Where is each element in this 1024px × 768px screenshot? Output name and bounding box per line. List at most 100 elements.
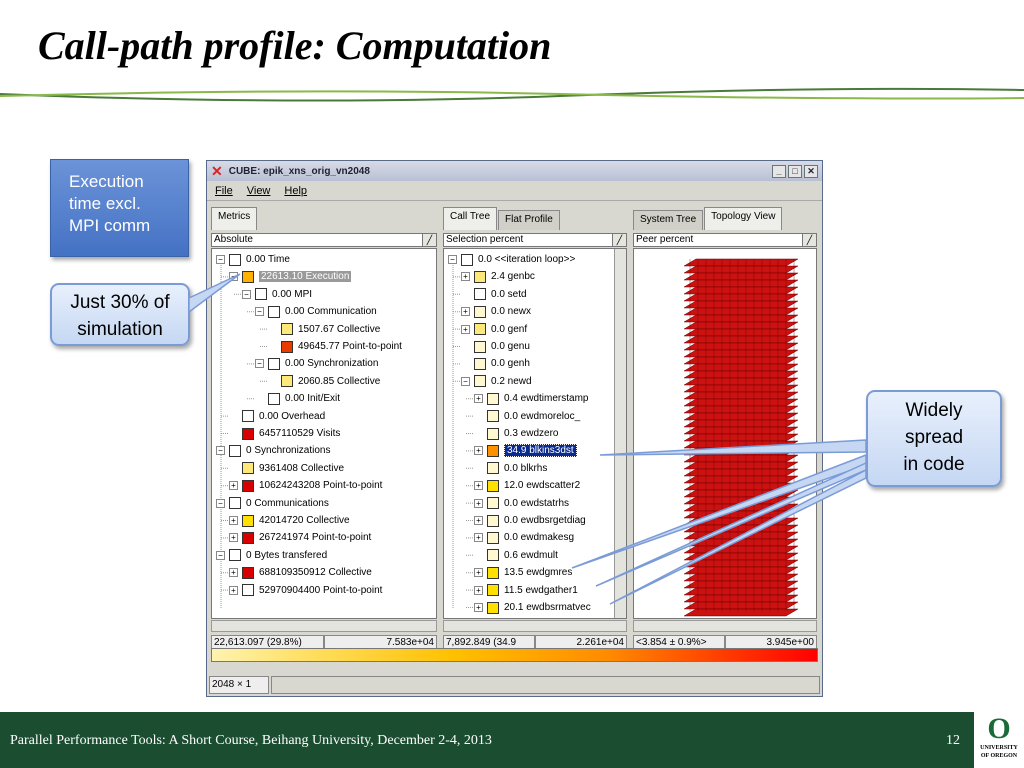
- tree-row-label: 0 Synchronizations: [246, 445, 331, 457]
- severity-swatch: [474, 340, 486, 353]
- collapse-icon[interactable]: −: [461, 376, 470, 386]
- collapse-icon[interactable]: −: [255, 307, 264, 317]
- expand-icon[interactable]: +: [474, 585, 483, 595]
- expand-icon[interactable]: +: [474, 603, 483, 612]
- tree-row[interactable]: − 0.00 Synchronization: [255, 355, 378, 372]
- tree-row[interactable]: +2.4 genbc: [461, 268, 535, 285]
- tree-row[interactable]: +0.0 ewdmakesg: [474, 529, 574, 546]
- metrics-select[interactable]: Absolute ╱: [211, 233, 437, 247]
- tree-row[interactable]: +0.0 ewdstatrhs: [474, 495, 569, 512]
- tree-row[interactable]: 0.0 blkrhs: [474, 460, 547, 477]
- tree-row[interactable]: +13.5 ewdgmres: [474, 564, 572, 581]
- tab-flat-profile[interactable]: Flat Profile: [498, 210, 560, 230]
- tree-row[interactable]: − 0.00 Time: [216, 251, 290, 268]
- tab-topology-view[interactable]: Topology View: [704, 207, 783, 230]
- tree-row[interactable]: 0.3 ewdzero: [474, 425, 558, 442]
- tree-row[interactable]: 0.6 ewdmult: [474, 547, 558, 564]
- tree-row[interactable]: 1507.67 Collective: [268, 321, 380, 338]
- tree-row[interactable]: − 0.0 <<iteration loop>>: [448, 251, 575, 268]
- tree-row[interactable]: +34.9 blkins3dst: [474, 442, 577, 459]
- dropdown-arrow-icon[interactable]: ╱: [802, 234, 816, 246]
- menu-view[interactable]: View: [247, 185, 271, 197]
- menu-help[interactable]: Help: [284, 185, 307, 197]
- expand-icon[interactable]: +: [229, 585, 238, 595]
- tab-system-tree[interactable]: System Tree: [633, 210, 704, 230]
- expand-icon[interactable]: +: [474, 481, 483, 491]
- collapse-icon[interactable]: −: [255, 359, 264, 369]
- calltree-hscroll[interactable]: [443, 620, 627, 632]
- tree-row-label: 13.5 ewdgmres: [504, 567, 573, 579]
- tree-row[interactable]: 0.00 Overhead: [229, 408, 325, 425]
- tree-row[interactable]: 0.00 Init/Exit: [255, 390, 340, 407]
- expand-icon[interactable]: +: [461, 307, 470, 317]
- menu-file[interactable]: File: [215, 185, 233, 197]
- tree-row[interactable]: − 0 Bytes transfered: [216, 547, 327, 564]
- severity-swatch: [268, 305, 280, 318]
- expand-icon[interactable]: +: [474, 394, 483, 404]
- tree-row[interactable]: +11.5 ewdgather1: [474, 582, 578, 599]
- tree-row[interactable]: 6457110529 Visits: [229, 425, 340, 442]
- tree-row[interactable]: − 0.2 newd: [461, 373, 532, 390]
- calltree-select[interactable]: Selection percent ╱: [443, 233, 627, 247]
- expand-icon[interactable]: +: [229, 533, 238, 543]
- tree-row[interactable]: +0.0 genf: [461, 321, 527, 338]
- tree-row[interactable]: − 22613.10 Execution: [229, 268, 352, 285]
- tree-row[interactable]: +20.1 ewdbsrmatvec: [474, 599, 591, 616]
- expand-icon[interactable]: +: [229, 481, 238, 491]
- tab-metrics[interactable]: Metrics: [211, 207, 258, 230]
- tab-call-tree[interactable]: Call Tree: [443, 207, 498, 230]
- tree-row[interactable]: − 0.00 Communication: [255, 303, 377, 320]
- tree-row[interactable]: 0.0 genh: [461, 355, 530, 372]
- call-tree[interactable]: − 0.0 <<iteration loop>> +2.4 genbc 0.0 set…: [443, 248, 627, 619]
- system-hscroll[interactable]: [633, 620, 817, 632]
- tree-row[interactable]: +0.4 ewdtimerstamp: [474, 390, 588, 407]
- minimize-button[interactable]: _: [772, 164, 786, 178]
- collapse-icon[interactable]: −: [216, 550, 225, 560]
- expand-icon[interactable]: +: [474, 533, 483, 543]
- expand-icon[interactable]: +: [461, 324, 470, 334]
- expand-icon[interactable]: +: [461, 272, 470, 282]
- collapse-icon[interactable]: −: [229, 272, 238, 282]
- collapse-icon[interactable]: −: [448, 255, 457, 264]
- topology-view[interactable]: [633, 248, 817, 619]
- expand-icon[interactable]: +: [474, 568, 483, 578]
- tree-row[interactable]: +267241974 Point-to-point: [229, 529, 371, 546]
- tree-row[interactable]: 0.0 setd: [461, 286, 527, 303]
- window-titlebar[interactable]: ✕ CUBE: epik_xns_orig_vn2048 _ □ ✕: [207, 161, 822, 181]
- tree-row-label: 0.0 ewdstatrhs: [504, 497, 570, 509]
- collapse-icon[interactable]: −: [242, 289, 251, 299]
- tree-row[interactable]: +0.0 ewdbsrgetdiag: [474, 512, 586, 529]
- close-button[interactable]: ✕: [804, 164, 818, 178]
- tree-row[interactable]: +0.0 newx: [461, 303, 531, 320]
- collapse-icon[interactable]: −: [216, 498, 225, 508]
- tree-row[interactable]: +42014720 Collective: [229, 512, 350, 529]
- metrics-hscroll[interactable]: [211, 620, 437, 632]
- expand-icon[interactable]: +: [474, 516, 483, 525]
- tree-row[interactable]: +688109350912 Collective: [229, 564, 372, 581]
- tree-row-label: 0.0 newx: [491, 306, 532, 318]
- expand-icon[interactable]: +: [474, 446, 483, 456]
- severity-swatch: [268, 392, 280, 405]
- tree-row[interactable]: 0.0 ewdmoreloc_: [474, 408, 580, 425]
- tree-row[interactable]: +12.0 ewdscatter2: [474, 477, 580, 494]
- collapse-icon[interactable]: −: [216, 255, 225, 264]
- tree-row[interactable]: − 0.00 MPI: [242, 286, 312, 303]
- tree-row[interactable]: − 0 Synchronizations: [216, 442, 331, 459]
- calltree-vscroll[interactable]: [614, 249, 626, 618]
- expand-icon[interactable]: +: [229, 568, 238, 578]
- tree-row[interactable]: 0.0 genu: [461, 338, 530, 355]
- expand-icon[interactable]: +: [474, 498, 483, 508]
- tree-row[interactable]: − 0 Communications: [216, 495, 329, 512]
- collapse-icon[interactable]: −: [216, 446, 225, 456]
- tree-row[interactable]: 2060.85 Collective: [268, 373, 380, 390]
- tree-row[interactable]: +10624243208 Point-to-point: [229, 477, 382, 494]
- maximize-button[interactable]: □: [788, 164, 802, 178]
- dropdown-arrow-icon[interactable]: ╱: [422, 234, 436, 246]
- tree-row[interactable]: 9361408 Collective: [229, 460, 344, 477]
- expand-icon[interactable]: +: [229, 516, 238, 525]
- system-select[interactable]: Peer percent ╱: [633, 233, 817, 247]
- tree-row[interactable]: 49645.77 Point-to-point: [268, 338, 402, 355]
- dropdown-arrow-icon[interactable]: ╱: [612, 234, 626, 246]
- metrics-tree[interactable]: −0.00 Time −22613.10 Execution −0.00 MPI −0…: [211, 248, 437, 619]
- tree-row[interactable]: +52970904400 Point-to-point: [229, 582, 382, 599]
